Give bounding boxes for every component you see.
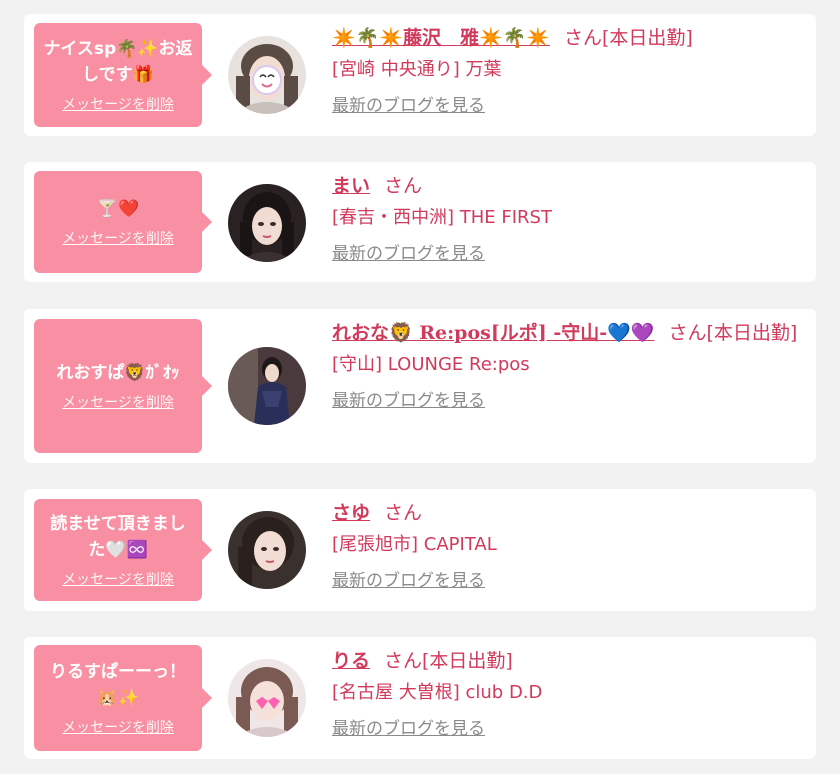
message-list: ナイスsp🌴✨お返しです🎁 メッセージを削除 ✴️🌴✴️藤沢 雅✴️🌴✴️ さん[… — [0, 0, 840, 774]
cast-info: ✴️🌴✴️藤沢 雅✴️🌴✴️ さん[本日出勤] [宮崎 中央通り] 万葉 最新のブ… — [332, 23, 802, 116]
delete-message-link[interactable]: メッセージを削除 — [62, 228, 174, 248]
blog-link[interactable]: 最新のブログを見る — [332, 239, 485, 264]
cast-name-link[interactable]: まい — [332, 175, 370, 197]
message-bubble: 読ませて頂きました🤍♾️ メッセージを削除 — [34, 499, 212, 601]
cast-info: まい さん [春吉・西中洲] THE FIRST 最新のブログを見る — [332, 171, 802, 264]
cast-info: さゆ さん [尾張旭市] CAPITAL 最新のブログを見る — [332, 498, 802, 591]
message-bubble: 🍸❤️ メッセージを削除 — [34, 171, 212, 273]
message-bubble: れおすぱ🦁ｶﾞｵｯ メッセージを削除 — [34, 319, 212, 453]
cast-name-link[interactable]: ✴️🌴✴️藤沢 雅✴️🌴✴️ — [332, 27, 550, 49]
cast-info: りる さん[本日出勤] [名古屋 大曽根] club D.D 最新のブログを見る — [332, 646, 802, 739]
message-bubble: りるすぱーーっ！🐹✨ メッセージを削除 — [34, 645, 212, 751]
delete-message-link[interactable]: メッセージを削除 — [62, 94, 174, 114]
blog-link[interactable]: 最新のブログを見る — [332, 386, 485, 411]
honorific-text: さん[本日出勤] — [668, 322, 798, 344]
cast-info: れおな🦁 Re:pos[ルポ] -守山-💙💜 さん[本日出勤] [守山] LOUN… — [332, 318, 802, 411]
avatar[interactable] — [228, 36, 306, 114]
shop-text: [尾張旭市] CAPITAL — [332, 534, 497, 555]
delete-message-link[interactable]: メッセージを削除 — [62, 392, 174, 412]
blog-link[interactable]: 最新のブログを見る — [332, 566, 485, 591]
shop-text: [宮崎 中央通り] 万葉 — [332, 59, 502, 80]
message-text: れおすぱ🦁ｶﾞｵｯ — [56, 363, 180, 383]
message-text: 読ませて頂きました🤍♾️ — [50, 514, 186, 560]
honorific-text: さん — [384, 175, 423, 197]
message-bubble: ナイスsp🌴✨お返しです🎁 メッセージを削除 — [34, 23, 212, 127]
honorific-text: さん — [384, 502, 423, 524]
avatar[interactable] — [228, 511, 306, 589]
list-item: ナイスsp🌴✨お返しです🎁 メッセージを削除 ✴️🌴✴️藤沢 雅✴️🌴✴️ さん[… — [24, 14, 816, 136]
cast-name-link[interactable]: れおな🦁 Re:pos[ルポ] -守山-💙💜 — [332, 322, 655, 344]
cast-name-link[interactable]: さゆ — [332, 502, 370, 524]
delete-message-link[interactable]: メッセージを削除 — [62, 717, 174, 737]
blog-link[interactable]: 最新のブログを見る — [332, 714, 485, 739]
list-item: りるすぱーーっ！🐹✨ メッセージを削除 りる さん[本日出勤] [名古屋 大曽根]… — [24, 637, 816, 759]
list-item: 読ませて頂きました🤍♾️ メッセージを削除 さゆ さん [尾張旭市] CAPITA… — [24, 489, 816, 611]
message-text: 🍸❤️ — [96, 199, 140, 219]
cast-name-link[interactable]: りる — [332, 650, 370, 672]
shop-text: [春吉・西中洲] THE FIRST — [332, 207, 552, 228]
shop-text: [守山] LOUNGE Re:pos — [332, 354, 530, 375]
list-item: 🍸❤️ メッセージを削除 まい さん [春吉・西中洲] THE FIRST 最新の… — [24, 162, 816, 282]
avatar[interactable] — [228, 184, 306, 262]
honorific-text: さん[本日出勤] — [563, 27, 693, 49]
delete-message-link[interactable]: メッセージを削除 — [62, 569, 174, 589]
shop-text: [名古屋 大曽根] club D.D — [332, 682, 543, 703]
honorific-text: さん[本日出勤] — [384, 650, 513, 672]
list-item: れおすぱ🦁ｶﾞｵｯ メッセージを削除 れおな🦁 Re:pos[ルポ] -守山-💙… — [24, 309, 816, 463]
avatar[interactable] — [228, 659, 306, 737]
message-text: りるすぱーーっ！🐹✨ — [50, 662, 186, 708]
avatar[interactable] — [228, 347, 306, 425]
blog-link[interactable]: 最新のブログを見る — [332, 91, 485, 116]
message-text: ナイスsp🌴✨お返しです🎁 — [43, 39, 193, 85]
